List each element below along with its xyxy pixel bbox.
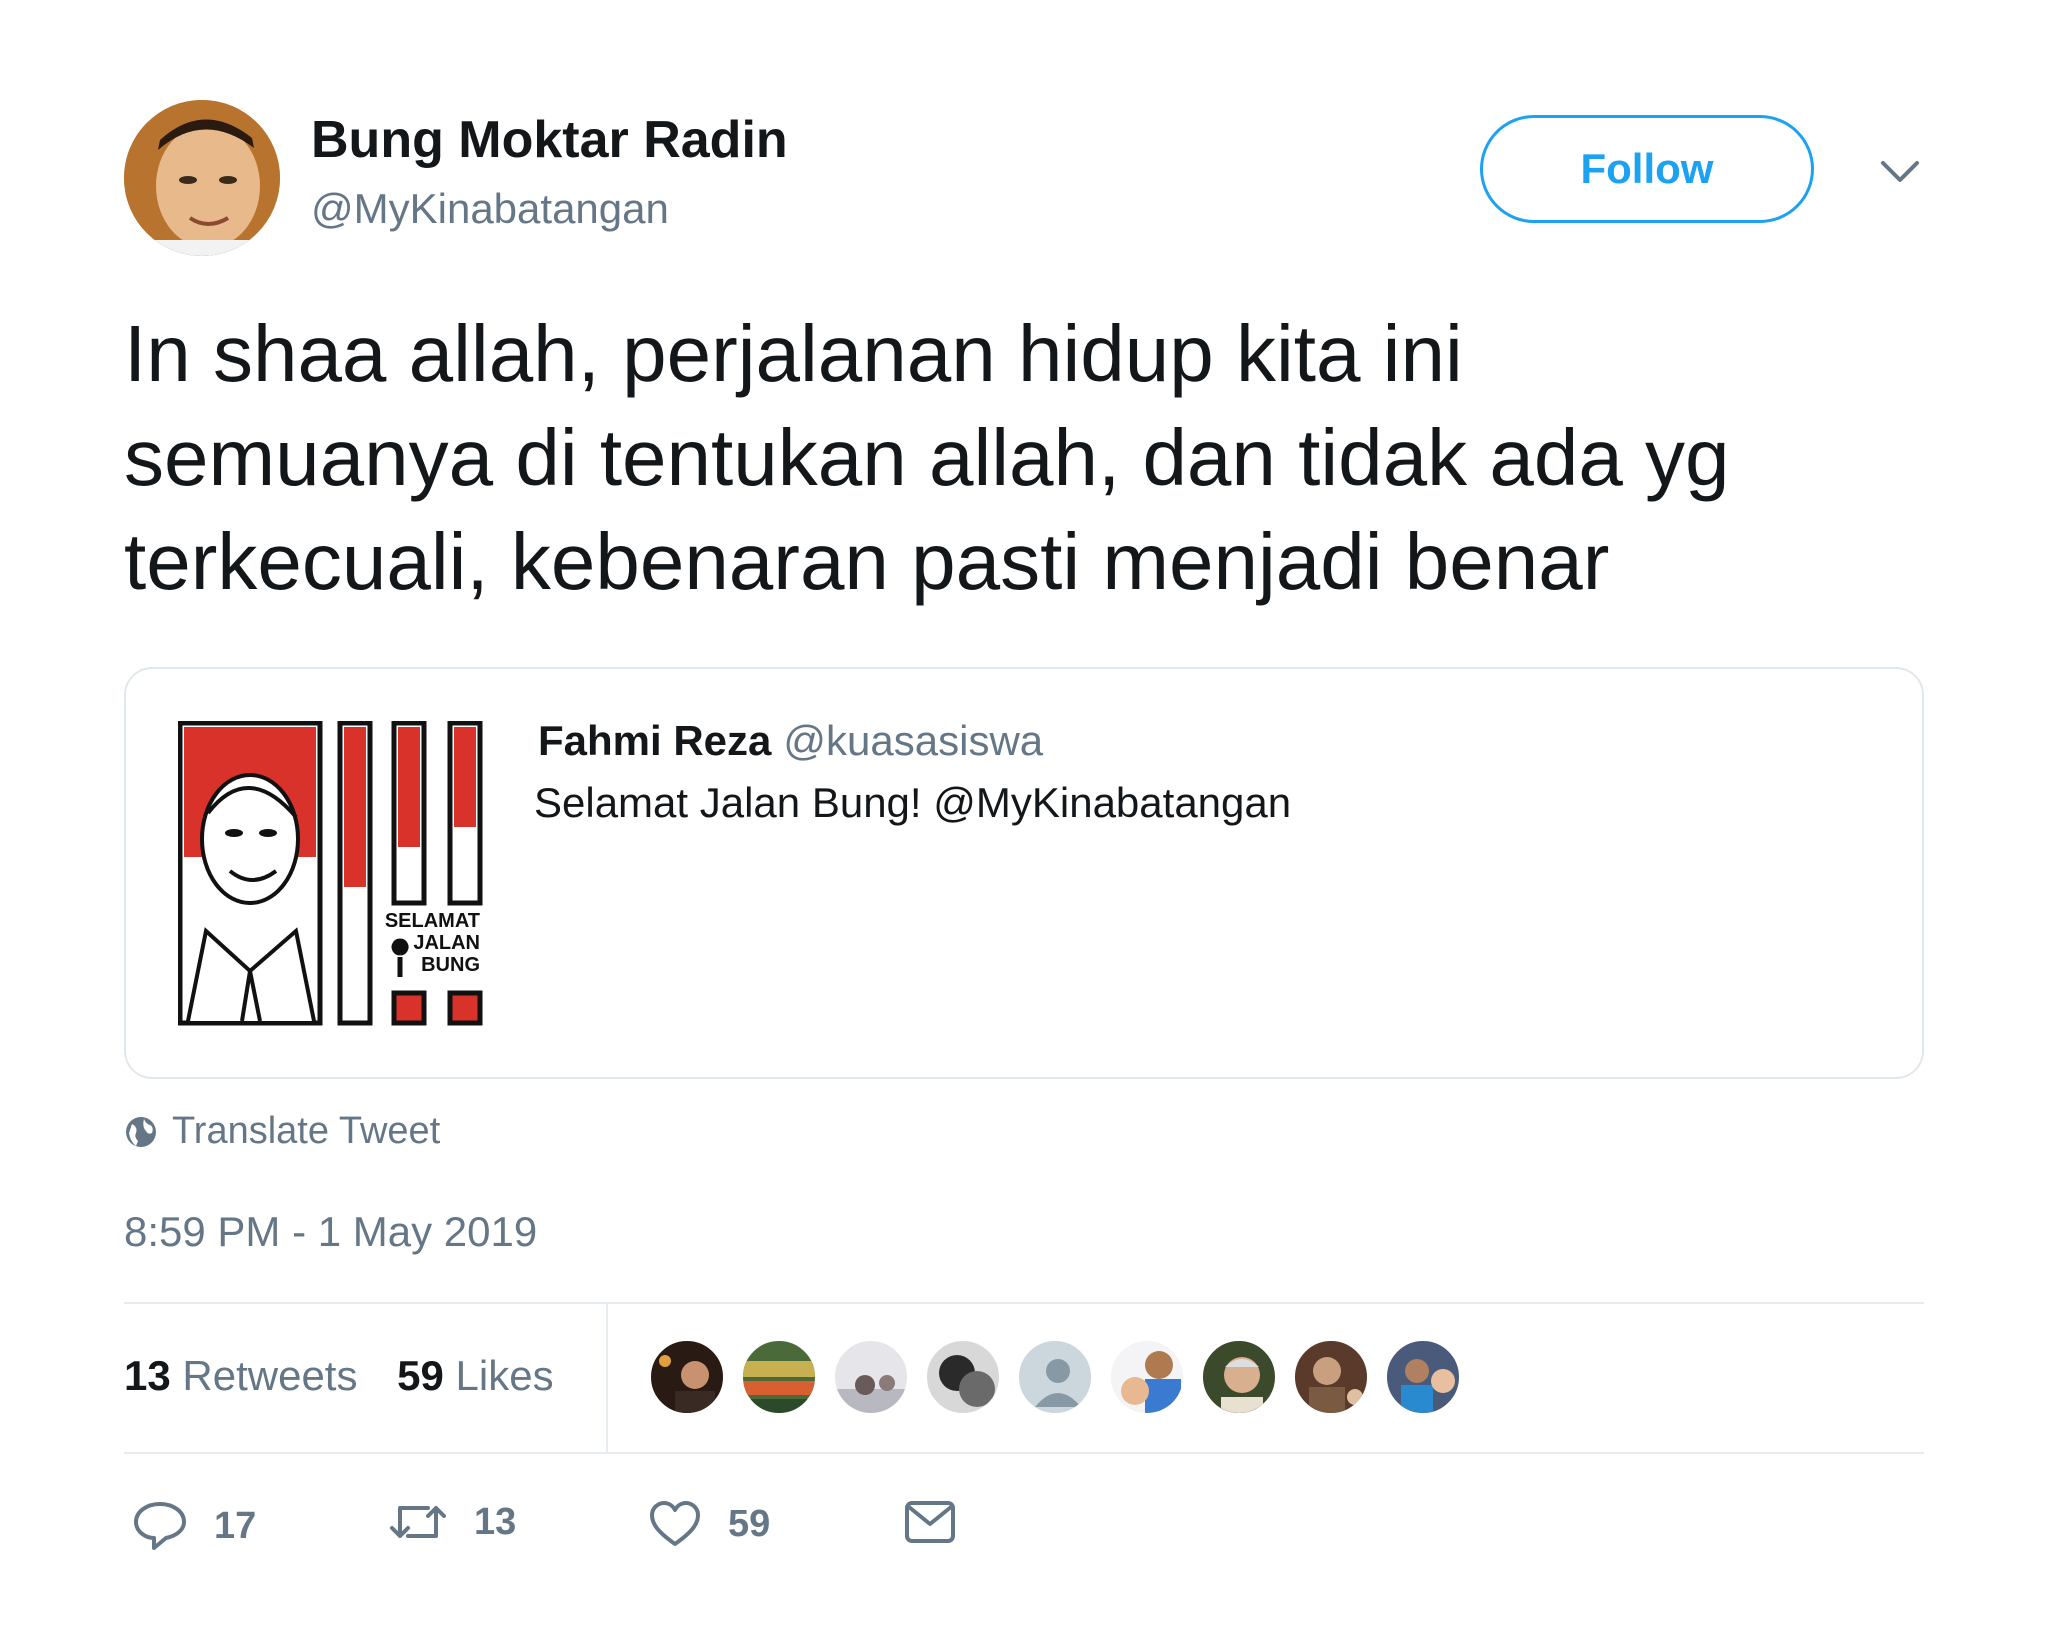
default-profile-icon bbox=[1035, 1359, 1081, 1407]
tweet-text: In shaa allah, perjalanan hidup kita ini… bbox=[124, 302, 2004, 614]
author-name[interactable]: Bung Moktar Radin bbox=[311, 110, 788, 170]
quoted-tweet-image: SELAMAT JALAN BUNG bbox=[178, 721, 484, 1027]
poster-caption-line: SELAMAT bbox=[385, 910, 480, 932]
avatar-photo bbox=[124, 100, 280, 256]
likes-stat[interactable]: 59 Likes bbox=[397, 1352, 553, 1399]
tweet-timestamp[interactable]: 8:59 PM - 1 May 2019 bbox=[124, 1208, 537, 1256]
quoted-tweet-header: Fahmi Reza @kuasasiswa bbox=[538, 717, 1043, 765]
liker-avatar[interactable] bbox=[924, 1338, 1002, 1416]
like-action[interactable]: 59 bbox=[648, 1500, 770, 1548]
like-count: 59 bbox=[728, 1502, 771, 1545]
retweets-count: 13 bbox=[124, 1352, 171, 1399]
liker-photo bbox=[835, 1375, 907, 1413]
likes-count: 59 bbox=[397, 1352, 444, 1399]
envelope-icon bbox=[905, 1501, 955, 1543]
liker-avatar-default[interactable] bbox=[1016, 1338, 1094, 1416]
liker-avatar[interactable] bbox=[1292, 1338, 1370, 1416]
liker-avatar[interactable] bbox=[648, 1338, 726, 1416]
liker-avatar[interactable] bbox=[1384, 1338, 1462, 1416]
quoted-tweet-card[interactable]: SELAMAT JALAN BUNG Fahmi Reza @kuasasiswa… bbox=[124, 667, 1924, 1079]
retweet-action[interactable]: 13 bbox=[388, 1500, 516, 1544]
retweets-stat[interactable]: 13 Retweets bbox=[124, 1352, 357, 1399]
divider bbox=[124, 1452, 1924, 1454]
follow-button[interactable]: Follow bbox=[1480, 115, 1814, 223]
liker-avatar[interactable] bbox=[832, 1338, 910, 1416]
liker-photo bbox=[1309, 1357, 1363, 1413]
liker-avatar[interactable] bbox=[1108, 1338, 1186, 1416]
liker-photo bbox=[1221, 1357, 1263, 1413]
liker-photo bbox=[743, 1361, 815, 1413]
heart-icon bbox=[650, 1501, 700, 1546]
quoted-author-handle[interactable]: @kuasasiswa bbox=[783, 717, 1043, 764]
translate-tweet-label: Translate Tweet bbox=[172, 1110, 441, 1152]
retweets-label: Retweets bbox=[182, 1352, 358, 1399]
author-handle[interactable]: @MyKinabatangan bbox=[311, 185, 669, 233]
liker-photo bbox=[939, 1355, 995, 1407]
retweet-count: 13 bbox=[474, 1500, 517, 1543]
reply-action[interactable]: 17 bbox=[132, 1500, 256, 1552]
direct-message-action[interactable] bbox=[904, 1500, 982, 1544]
tweet-text-line: terkecuali, kebenaran pasti menjadi bena… bbox=[124, 517, 1610, 606]
divider bbox=[124, 1302, 1924, 1304]
poster-caption-line: JALAN bbox=[413, 932, 480, 954]
retweet-icon bbox=[390, 1506, 446, 1538]
tweet-text-line: In shaa allah, perjalanan hidup kita ini bbox=[124, 309, 1463, 398]
author-avatar[interactable] bbox=[124, 100, 280, 256]
poster-caption-line: BUNG bbox=[421, 954, 480, 976]
quoted-tweet-text: Selamat Jalan Bung! @MyKinabatangan bbox=[534, 779, 1292, 826]
liker-avatar[interactable] bbox=[1200, 1338, 1278, 1416]
liker-photo bbox=[1121, 1351, 1181, 1413]
likes-label: Likes bbox=[455, 1352, 554, 1399]
translate-tweet-link[interactable]: Translate Tweet bbox=[124, 1110, 440, 1153]
globe-icon bbox=[126, 1116, 156, 1147]
liker-avatar[interactable] bbox=[740, 1338, 818, 1416]
quoted-author-name[interactable]: Fahmi Reza bbox=[538, 717, 771, 764]
liker-photo bbox=[1401, 1359, 1455, 1413]
tweet-text-line: semuanya di tentukan allah, dan tidak ad… bbox=[124, 413, 1730, 502]
liker-photo bbox=[659, 1355, 715, 1413]
stats-divider bbox=[606, 1302, 608, 1454]
chevron-down-icon[interactable] bbox=[1880, 160, 1920, 184]
reply-icon bbox=[134, 1502, 186, 1550]
reply-count: 17 bbox=[214, 1504, 257, 1547]
tweet-stats: 13 Retweets 59 Likes bbox=[124, 1352, 554, 1400]
